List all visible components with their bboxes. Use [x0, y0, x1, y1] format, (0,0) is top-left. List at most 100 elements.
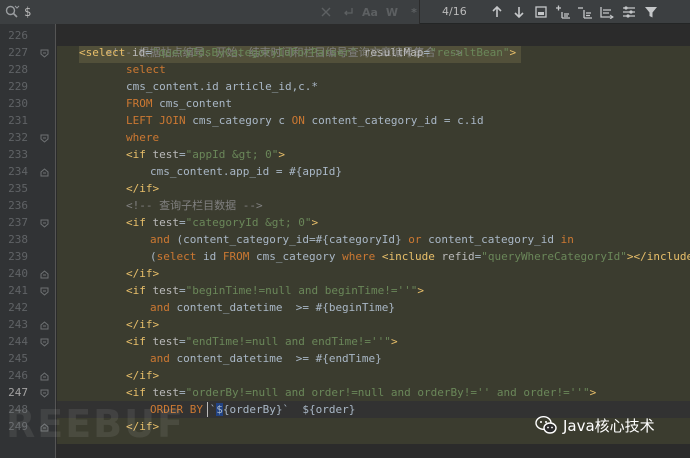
code-editor[interactable]: <!-- 根据站点编号、开始、结束时间和栏目编号查询文章编号集合 --> <se… [57, 24, 690, 458]
code-line-229: cms_content.id article_id,c.* [126, 78, 318, 95]
attr-value: "appId &gt; 0" [185, 148, 279, 161]
paren: ( [150, 250, 157, 263]
attr-name: test [152, 386, 180, 399]
fold-expand-end-icon[interactable] [40, 270, 49, 279]
code-line-228: select [126, 61, 166, 78]
wechat-logo-icon [535, 415, 557, 434]
add-selection-icon[interactable] [554, 3, 572, 21]
sql-keyword: select [156, 250, 197, 263]
attr-eq: = [179, 386, 186, 399]
match-count: 4/16 [442, 5, 467, 18]
attr-eq: = [179, 335, 186, 348]
tag-close: ></include> [626, 250, 690, 263]
search-field[interactable]: $ Aa W * [0, 0, 420, 24]
code-line-227: <select id="queryIdsByCategoryIdForParse… [79, 44, 516, 61]
fold-collapse-icon[interactable] [40, 134, 49, 143]
sql-text: {orderBy}` ${order} [222, 403, 356, 416]
attr-value: "beginTime!=null and beginTime!=''" [185, 284, 418, 297]
line-number: 243 [8, 318, 28, 331]
sql-text: (content_category_id=#{categoryId} [169, 233, 409, 246]
code-line-247: <if test="orderBy!=null and order!=null … [126, 384, 596, 401]
attr-name: test [152, 216, 180, 229]
search-input[interactable]: $ [24, 4, 31, 20]
attr-name: test [152, 335, 180, 348]
attr-value: "queryIdsByCategoryIdForParser" [151, 46, 358, 59]
line-number: 229 [8, 80, 28, 93]
tag-open: <select [79, 46, 132, 59]
sql-keyword: where [126, 131, 160, 144]
sql-text: content_category_id [421, 233, 561, 246]
new-line-icon[interactable] [340, 4, 356, 20]
ghost-watermark: REEBUF [6, 402, 185, 446]
select-all-icon[interactable] [532, 3, 550, 21]
tag-open: <if [126, 335, 153, 348]
code-line-244: <if test="endTime!=null and endTime!=''"… [126, 333, 398, 350]
arrow-up-icon[interactable] [488, 3, 506, 21]
fold-collapse-icon[interactable] [40, 49, 49, 58]
line-number: 226 [8, 29, 28, 42]
select-all-occurrences-icon[interactable] [598, 3, 616, 21]
fold-expand-end-icon[interactable] [40, 372, 49, 381]
code-line-239: (select id FROM cms_category where <incl… [150, 248, 690, 265]
code-line-232: where [126, 129, 159, 146]
attr-name: test [152, 284, 180, 297]
sql-text: ` [202, 403, 217, 416]
settings-icon[interactable] [620, 3, 638, 21]
sql-text: cms_category [249, 250, 343, 263]
sql-keyword: in [560, 233, 574, 246]
line-number: 240 [8, 267, 28, 280]
tag-end: </if> [126, 318, 160, 331]
fold-collapse-icon[interactable] [40, 389, 49, 398]
sql-text: content_datetime >= #{endTime} [169, 352, 382, 365]
tag-open: <if [126, 216, 153, 229]
regex-toggle[interactable]: * [406, 4, 422, 20]
line-number: 242 [8, 301, 28, 314]
line-number: 227 [8, 46, 28, 59]
fold-collapse-icon[interactable] [40, 338, 49, 347]
fold-collapse-icon[interactable] [40, 219, 49, 228]
search-icon[interactable] [4, 4, 20, 20]
sql-keyword: select [126, 63, 166, 76]
line-number: 241 [8, 284, 28, 297]
tag-close: > [589, 386, 597, 399]
line-number-gutter: 226 227 228 229 230 231 232 233 234 235 … [0, 24, 56, 458]
attr-value: "endTime!=null and endTime!=''" [185, 335, 391, 348]
tag-open: <if [126, 148, 153, 161]
sql-text: content_category_id = c.id [304, 114, 484, 127]
code-line-236: <!-- 查询子栏目数据 --> [126, 197, 263, 214]
sql-keyword: and [150, 301, 170, 314]
sql-text: cms_category c [185, 114, 292, 127]
whole-words-toggle[interactable]: W [384, 4, 400, 20]
filter-icon[interactable] [642, 3, 660, 21]
line-number: 228 [8, 63, 28, 76]
tag-open: <include [381, 250, 442, 263]
code-line-237: <if test="categoryId &gt; 0"> [126, 214, 318, 231]
line-number: 239 [8, 250, 28, 263]
sql-keyword: FROM [126, 97, 153, 110]
tag-end: </if> [126, 267, 160, 280]
code-line-226: <!-- 根据站点编号、开始、结束时间和栏目编号查询文章编号集合 --> [79, 27, 463, 59]
tag-close: > [390, 335, 398, 348]
line-number: 235 [8, 182, 28, 195]
clear-search-icon[interactable] [318, 4, 334, 20]
sql-text: cms_content.id article_id,c.* [126, 80, 319, 93]
arrow-down-icon[interactable] [510, 3, 528, 21]
remove-selection-icon[interactable] [576, 3, 594, 21]
line-number: 231 [8, 114, 28, 127]
sql-text: content_datetime >= #{beginTime} [169, 301, 396, 314]
line-number: 237 [8, 216, 28, 229]
attr-value: "orderBy!=null and order!=null and order… [185, 386, 590, 399]
attr-name: refid [441, 250, 475, 263]
fold-expand-end-icon[interactable] [40, 321, 49, 330]
attr-eq: = [179, 284, 186, 297]
line-number: 232 [8, 131, 28, 144]
match-case-toggle[interactable]: Aa [362, 4, 378, 20]
watermark-label: Java核心技术 [563, 416, 655, 435]
fold-collapse-icon[interactable] [40, 287, 49, 296]
sql-text: cms_content [152, 97, 232, 110]
sql-keyword: and [150, 352, 170, 365]
attr-eq: = [179, 216, 186, 229]
tag-open: <if [126, 386, 153, 399]
fold-expand-end-icon[interactable] [40, 168, 49, 177]
